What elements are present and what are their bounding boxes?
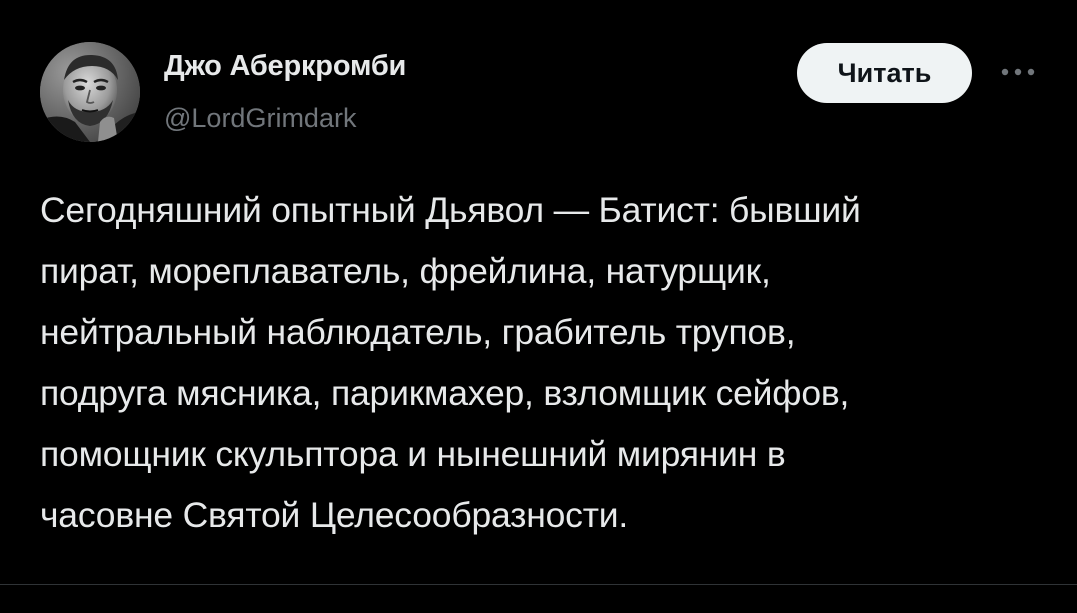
follow-button[interactable]: Читать	[797, 43, 972, 103]
divider	[0, 584, 1077, 585]
tweet-text: Сегодняшний опытный Дьявол — Батист: быв…	[40, 180, 1055, 546]
author-handle[interactable]: @LordGrimdark	[164, 103, 356, 134]
tweet-text-line: часовне Святой Целесообразности.	[40, 495, 629, 535]
tweet-text-line: нейтральный наблюдатель, грабитель трупо…	[40, 312, 796, 352]
tweet: Джо Аберкромби @LordGrimdark Читать Сего…	[0, 0, 1077, 613]
tweet-text-line: Сегодняшний опытный Дьявол — Батист: быв…	[40, 190, 861, 230]
tweet-text-line: помощник скульптора и нынешний мирянин в	[40, 434, 786, 474]
tweet-text-line: пират, мореплаватель, фрейлина, натурщик…	[40, 251, 771, 291]
author-display-name[interactable]: Джо Аберкромби	[164, 50, 406, 83]
more-horizontal-icon	[1001, 68, 1035, 76]
avatar[interactable]	[40, 42, 140, 142]
avatar-photo	[40, 42, 140, 142]
more-options-button[interactable]	[996, 52, 1040, 92]
tweet-text-line: подруга мясника, парикмахер, взломщик се…	[40, 373, 850, 413]
